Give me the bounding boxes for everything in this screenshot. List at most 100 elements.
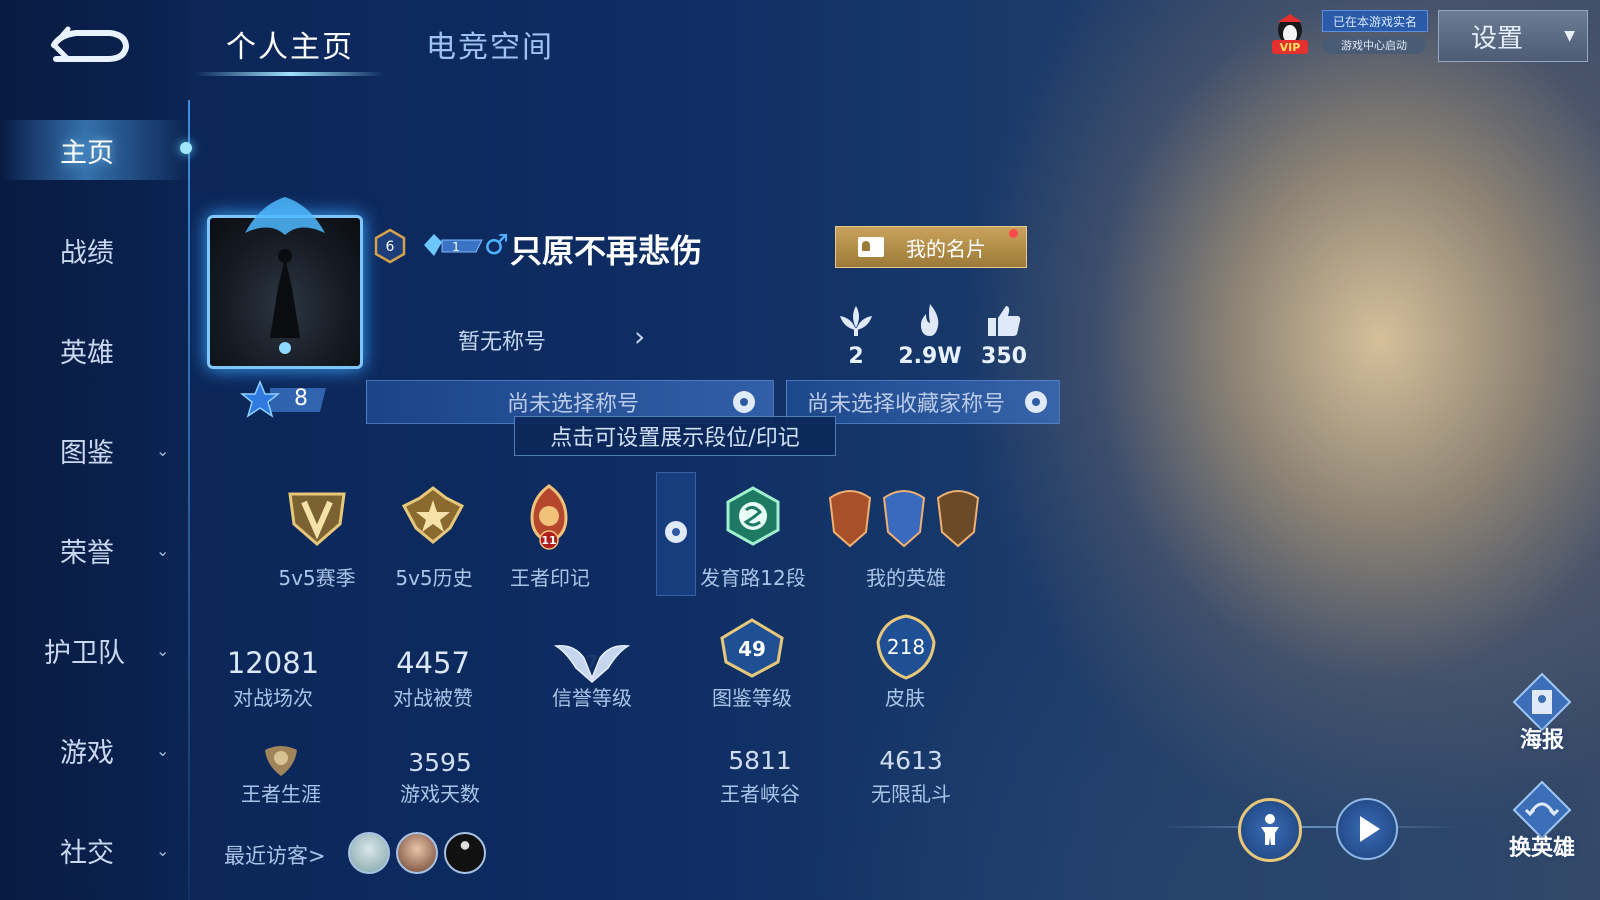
avatar-frame-crest-icon (245, 197, 325, 235)
sidebar-item-label: 护卫队 (44, 637, 125, 669)
settings-button[interactable]: 设置 ▼ (1438, 10, 1588, 62)
chaos-count: 4613 (879, 746, 943, 775)
rank-badge-value: 8 (294, 386, 308, 411)
sidebar-item-game[interactable]: 游戏 ⌄ (0, 720, 190, 780)
game-center-badge[interactable]: 游戏中心启动 (1322, 36, 1426, 54)
vip-penguin-icon[interactable]: VIP (1270, 12, 1310, 56)
realname-badge: 已在本游戏实名 (1322, 10, 1428, 32)
canyon-label: 王者峡谷 (720, 782, 800, 806)
credit-level: 7 (586, 652, 599, 673)
noble-badge-icon: 1 (424, 234, 483, 256)
vip-text: VIP (1280, 41, 1301, 54)
chevron-right-icon[interactable]: › (634, 320, 645, 353)
poster-label[interactable]: 海报 (1500, 722, 1584, 754)
avatar-figure-icon (270, 249, 300, 354)
thumbs-up-icon (988, 306, 1021, 336)
gear-icon[interactable] (1025, 391, 1047, 413)
battles-count: 12081 (226, 646, 320, 680)
tab-underline (195, 72, 385, 76)
chaos-label: 无限乱斗 (871, 782, 951, 806)
character-pose-button[interactable] (1238, 798, 1302, 862)
level-badge-icon: 6 (374, 228, 406, 264)
recent-visitors-link[interactable]: 最近访客> (224, 840, 326, 870)
my-card-label: 我的名片 (906, 236, 986, 261)
sidebar-item-codex[interactable]: 图鉴 ⌄ (0, 420, 190, 480)
sidebar-item-guard[interactable]: 护卫队 ⌄ (0, 620, 190, 680)
gear-icon[interactable] (665, 521, 687, 543)
flame-icon (920, 304, 939, 336)
tab-profile[interactable]: 个人主页 (226, 22, 354, 66)
visitor-avatar[interactable] (348, 832, 390, 874)
king-mark-level: 11 (541, 534, 556, 547)
settings-label: 设置 (1471, 23, 1524, 54)
codex-level-badge-icon[interactable]: 49 (712, 618, 792, 680)
visitor-avatar[interactable] (396, 832, 438, 874)
chevron-down-icon: ⌄ (156, 640, 170, 660)
hero-portraits-icon[interactable] (826, 484, 986, 550)
credit-label: 信誉等级 (552, 686, 632, 710)
notification-dot (1009, 229, 1018, 238)
active-indicator-dot (180, 142, 192, 154)
sidebar-item-label: 图鉴 (60, 437, 114, 469)
sidebar-item-label: 英雄 (60, 337, 114, 369)
tab-esports[interactable]: 电竞空间 (426, 22, 554, 66)
control-line (1160, 826, 1460, 828)
chevron-down-icon: ⌄ (156, 540, 170, 560)
back-arrow-icon[interactable] (50, 25, 130, 65)
sidebar-item-label: 战绩 (60, 237, 114, 269)
likes-label: 对战被赞 (393, 686, 473, 710)
game-days-count: 3595 (408, 748, 472, 777)
visitor-avatar[interactable] (444, 832, 486, 874)
chevron-down-icon: ⌄ (156, 740, 170, 760)
chevron-down-icon: ⌄ (156, 440, 170, 460)
rank-setting-tooltip[interactable]: 点击可设置展示段位/印记 (514, 416, 836, 456)
sidebar-item-heroes[interactable]: 英雄 (0, 320, 190, 380)
my-card-button[interactable]: 我的名片 (835, 226, 1027, 268)
gear-icon[interactable] (733, 391, 755, 413)
play-icon (1360, 816, 1380, 842)
stat-value: 350 (981, 344, 1027, 369)
king-mark-icon[interactable]: 11 (516, 484, 582, 550)
level-badge-text: 6 (386, 239, 395, 255)
rank-star-badge-icon[interactable] (240, 380, 326, 420)
lotus-icon (840, 306, 872, 336)
codex-level: 49 (738, 637, 766, 661)
player-nickname: 只原不再悲伤 (510, 232, 703, 270)
collector-title-label: 尚未选择收藏家称号 (807, 392, 1006, 417)
sidebar-item-honor[interactable]: 荣誉 ⌄ (0, 520, 190, 580)
gender-male-icon: ♂ (484, 228, 510, 261)
history-star-badge-icon[interactable] (400, 484, 466, 550)
sidebar-item-label: 游戏 (60, 737, 114, 769)
play-button[interactable] (1336, 798, 1398, 860)
achievement-label: 王者印记 (510, 566, 590, 590)
achievement-label: 发育路12段 (700, 566, 806, 590)
person-icon (1261, 814, 1279, 845)
credit-wings-icon[interactable]: 7 (552, 638, 632, 684)
sidebar-item-label: 社交 (60, 837, 114, 869)
sidebar-item-record[interactable]: 战绩 (0, 220, 190, 280)
chevron-down-icon: ⌄ (156, 840, 170, 860)
sidebar-item-label: 主页 (60, 137, 114, 169)
sidebar-item-home[interactable]: 主页 (0, 120, 190, 180)
battles-label: 对战场次 (233, 686, 313, 710)
switch-hero-label[interactable]: 换英雄 (1500, 830, 1584, 862)
canyon-count: 5811 (728, 746, 792, 775)
no-title-label[interactable]: 暂无称号 (458, 324, 546, 356)
season-v-badge-icon[interactable] (284, 484, 350, 550)
lane-rank-icon[interactable] (720, 484, 786, 550)
career-crest-icon (265, 746, 297, 776)
noble-badge-text: 1 (452, 240, 460, 254)
chevron-down-icon: ▼ (1564, 28, 1575, 44)
avatar[interactable] (207, 215, 363, 369)
skin-count-badge-icon[interactable]: 218 (868, 612, 944, 682)
skins-label: 皮肤 (885, 686, 925, 710)
title-select-label: 尚未选择称号 (507, 392, 640, 417)
achievement-label: 我的英雄 (866, 566, 946, 590)
sidebar-item-social[interactable]: 社交 ⌄ (0, 820, 190, 880)
codex-label: 图鉴等级 (712, 686, 792, 710)
game-days-label: 游戏天数 (400, 782, 480, 806)
likes-count: 4457 (396, 646, 470, 680)
sidebar-item-label: 荣誉 (60, 537, 114, 569)
career-label[interactable]: 王者生涯 (206, 778, 356, 807)
id-card-icon (858, 237, 884, 257)
